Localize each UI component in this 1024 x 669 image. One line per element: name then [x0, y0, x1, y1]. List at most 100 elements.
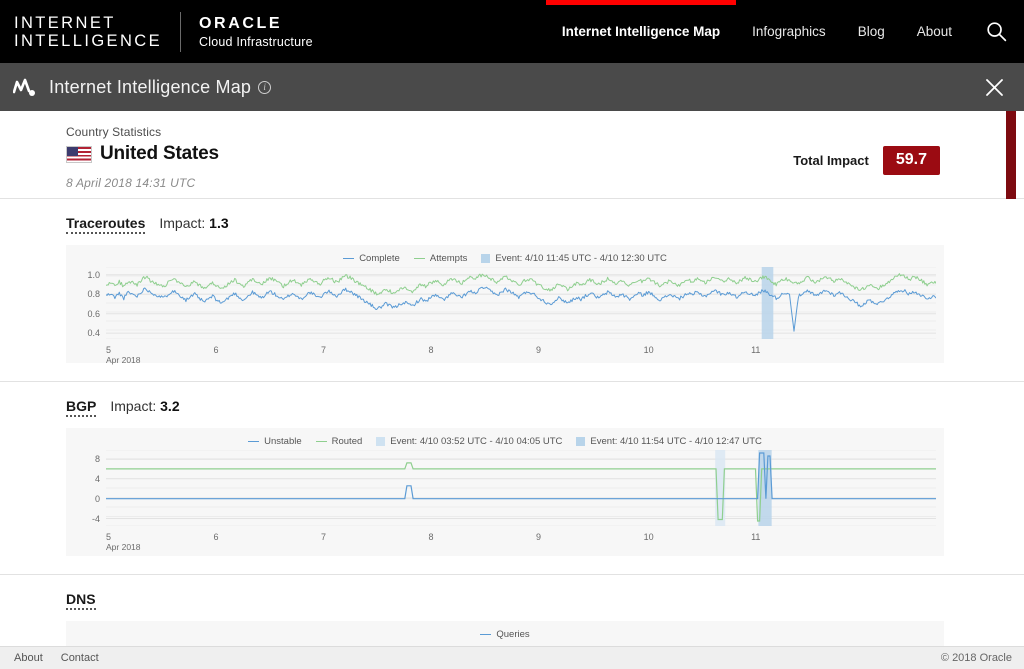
x-tick-label: 7	[321, 345, 327, 355]
country-statistics-label: Country Statistics	[66, 125, 162, 139]
traceroutes-impact: Impact: 1.3	[159, 215, 228, 231]
brand-divider	[180, 11, 181, 52]
legend-traceroutes: Complete Attempts Event: 4/10 11:45 UTC …	[66, 253, 944, 264]
legend-bgp: Unstable Routed Event: 4/10 03:52 UTC - …	[66, 436, 944, 447]
legend-swatch-bgp-event-1	[376, 437, 386, 446]
chart-bgp[interactable]: Unstable Routed Event: 4/10 03:52 UTC - …	[66, 428, 944, 556]
x-tick-label: 9	[536, 345, 542, 355]
country-name: United States	[100, 143, 219, 164]
timestamp: 8 April 2018 14:31 UTC	[66, 176, 196, 190]
legend-swatch-complete	[343, 258, 355, 259]
legend-label-routed: Routed	[331, 436, 363, 447]
legend-item-event-1: Event: 4/10 11:45 UTC - 4/10 12:30 UTC	[481, 253, 667, 264]
y-tick-label: 0.8	[87, 289, 100, 300]
oracle-name: ORACLE	[199, 14, 283, 32]
bgp-header: BGP Impact: 3.2	[66, 398, 1024, 417]
x-tick-label: 6	[213, 532, 219, 542]
wordmark-line-1: INTERNET	[14, 13, 116, 32]
nav-menu: Internet Intelligence Map Infographics B…	[545, 0, 1024, 63]
search-icon[interactable]	[968, 0, 1024, 63]
nav-item-infographics[interactable]: Infographics	[736, 0, 842, 63]
x-tick-label: 5 Apr 2018	[106, 345, 141, 365]
wordmark-line-2: INTELLIGENCE	[14, 31, 162, 50]
x-tick-label: 10	[643, 345, 654, 355]
internet-intelligence-wordmark: INTERNET INTELLIGENCE	[14, 14, 162, 50]
traceroutes-header: Traceroutes Impact: 1.3	[66, 215, 1024, 234]
oracle-subtitle: Cloud Infrastructure	[199, 34, 313, 49]
section-title-dns[interactable]: DNS	[66, 591, 96, 610]
y-tick-label: 0	[94, 493, 100, 504]
footer-link-about[interactable]: About	[14, 652, 43, 664]
bgp-impact-value: 3.2	[160, 398, 180, 414]
footer-link-contact[interactable]: Contact	[61, 652, 99, 664]
y-tick-label: -4	[91, 513, 100, 524]
bgp-impact-label: Impact:	[110, 398, 157, 414]
close-icon[interactable]	[980, 73, 1008, 101]
section-title-traceroutes[interactable]: Traceroutes	[66, 215, 146, 234]
legend-item-unstable: Unstable	[248, 436, 302, 447]
panel-title: Internet Intelligence Map	[49, 76, 252, 97]
y-tick-label: 0.4	[87, 328, 100, 339]
x-tick-label: 11	[751, 345, 761, 355]
footer-copyright: © 2018 Oracle	[940, 652, 1012, 664]
legend-item-attempts: Attempts	[413, 253, 468, 264]
legend-label-complete: Complete	[359, 253, 400, 264]
legend-item-bgp-event-1: Event: 4/10 03:52 UTC - 4/10 04:05 UTC	[376, 436, 562, 447]
legend-dns: Queries	[66, 629, 944, 640]
legend-label-unstable: Unstable	[264, 436, 302, 447]
traceroutes-impact-label: Impact:	[159, 215, 206, 231]
section-dns: DNS Queries	[0, 575, 1024, 646]
total-impact-label: Total Impact	[793, 153, 869, 168]
nav-item-blog[interactable]: Blog	[842, 0, 901, 63]
legend-label-attempts: Attempts	[429, 253, 468, 264]
plot-area-bgp	[106, 450, 936, 526]
section-traceroutes: Traceroutes Impact: 1.3 Complete Attempt…	[0, 199, 1024, 382]
legend-swatch-bgp-event-2	[576, 437, 586, 446]
legend-label-event-1: Event: 4/10 11:45 UTC - 4/10 12:30 UTC	[495, 253, 667, 264]
plot-area-traceroutes	[106, 267, 936, 339]
chart-traceroutes[interactable]: Complete Attempts Event: 4/10 11:45 UTC …	[66, 245, 944, 365]
x-tick-label: 6	[213, 345, 219, 355]
chart-dns[interactable]: Queries	[66, 621, 944, 646]
footer-links: About Contact	[14, 652, 99, 664]
legend-label-bgp-event-2: Event: 4/10 11:54 UTC - 4/10 12:47 UTC	[590, 436, 762, 447]
legend-item-queries: Queries	[480, 629, 530, 640]
section-bgp: BGP Impact: 3.2 Unstable Routed Event: 4…	[0, 382, 1024, 575]
x-tick-label: 10	[643, 532, 654, 542]
legend-label-bgp-event-1: Event: 4/10 03:52 UTC - 4/10 04:05 UTC	[390, 436, 563, 447]
brand-logo[interactable]: INTERNET INTELLIGENCE ORACLE Cloud Infra…	[0, 11, 313, 52]
x-tick-label: 8	[428, 532, 434, 542]
x-tick-label: 8	[428, 345, 434, 355]
map-panel-header: Internet Intelligence Map i	[0, 63, 1024, 111]
country-summary: Country Statistics United States 8 April…	[0, 111, 1024, 199]
x-tick-label: 7	[321, 532, 327, 542]
traceroutes-impact-value: 1.3	[209, 215, 229, 231]
y-tick-label: 0.6	[87, 308, 100, 319]
info-icon[interactable]: i	[258, 80, 272, 94]
top-navigation-bar: INTERNET INTELLIGENCE ORACLE Cloud Infra…	[0, 0, 1024, 63]
impact-accent-bar	[1006, 111, 1016, 199]
legend-item-bgp-event-2: Event: 4/10 11:54 UTC - 4/10 12:47 UTC	[576, 436, 762, 447]
nav-item-about[interactable]: About	[901, 0, 968, 63]
bgp-impact: Impact: 3.2	[110, 398, 179, 414]
total-impact-badge: 59.7	[882, 146, 940, 175]
page-footer: About Contact © 2018 Oracle	[0, 646, 1024, 669]
total-impact-group: Total Impact 59.7	[793, 146, 940, 175]
y-tick-label: 1.0	[87, 269, 100, 280]
section-title-bgp[interactable]: BGP	[66, 398, 97, 417]
flag-united-states-icon	[66, 145, 92, 163]
y-tick-label: 8	[94, 453, 100, 464]
x-tick-label: 11	[751, 532, 761, 542]
legend-swatch-attempts	[413, 258, 425, 259]
legend-item-complete: Complete	[343, 253, 400, 264]
x-tick-label: 5 Apr 2018	[106, 532, 141, 552]
legend-item-routed: Routed	[315, 436, 363, 447]
nav-item-internet-intelligence-map[interactable]: Internet Intelligence Map	[545, 0, 737, 63]
legend-swatch-unstable	[248, 441, 260, 442]
oracle-wordmark: ORACLE Cloud Infrastructure	[199, 14, 313, 50]
legend-swatch-queries	[480, 634, 492, 635]
y-tick-label: 4	[94, 473, 100, 484]
legend-swatch-event-1	[481, 254, 491, 263]
chart-zigzag-icon	[13, 78, 39, 97]
x-tick-label: 9	[536, 532, 542, 542]
